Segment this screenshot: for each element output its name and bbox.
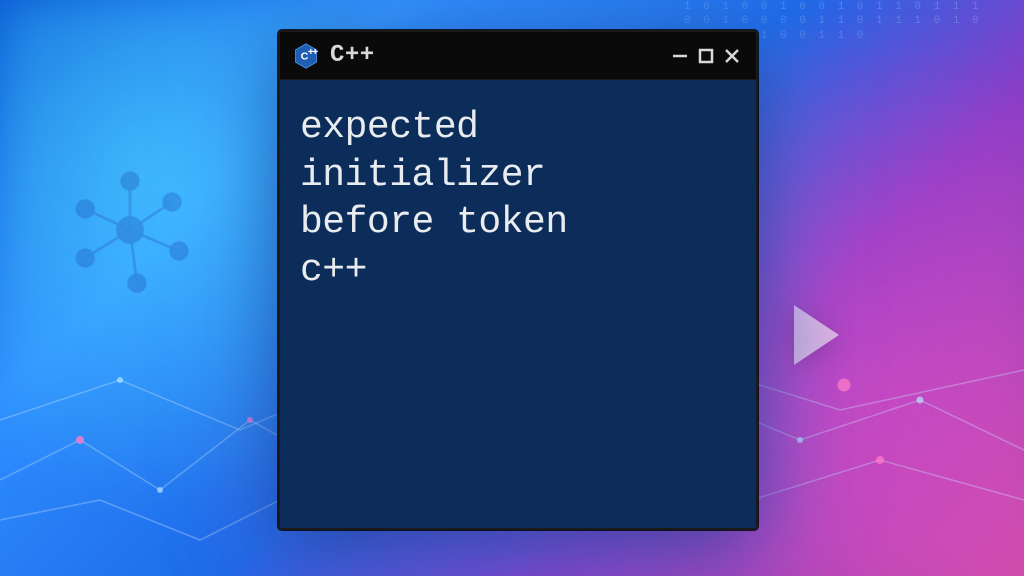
content-line-4: c++ [300, 247, 736, 295]
minimize-button[interactable] [668, 44, 692, 68]
cpp-hexagon-icon: C + + [292, 42, 320, 70]
close-button[interactable] [720, 44, 744, 68]
node-graph-decoration [60, 160, 200, 300]
window-controls [668, 44, 744, 68]
content-line-1: expected [300, 104, 736, 152]
play-icon [794, 305, 839, 365]
terminal-window: C + + C++ expected initializer before to… [278, 30, 758, 530]
window-title: C++ [330, 42, 668, 69]
terminal-content: expected initializer before token c++ [280, 80, 756, 528]
content-line-3: before token [300, 199, 736, 247]
titlebar: C + + C++ [280, 32, 756, 80]
maximize-button[interactable] [694, 44, 718, 68]
content-line-2: initializer [300, 152, 736, 200]
svg-text:+: + [312, 46, 318, 58]
